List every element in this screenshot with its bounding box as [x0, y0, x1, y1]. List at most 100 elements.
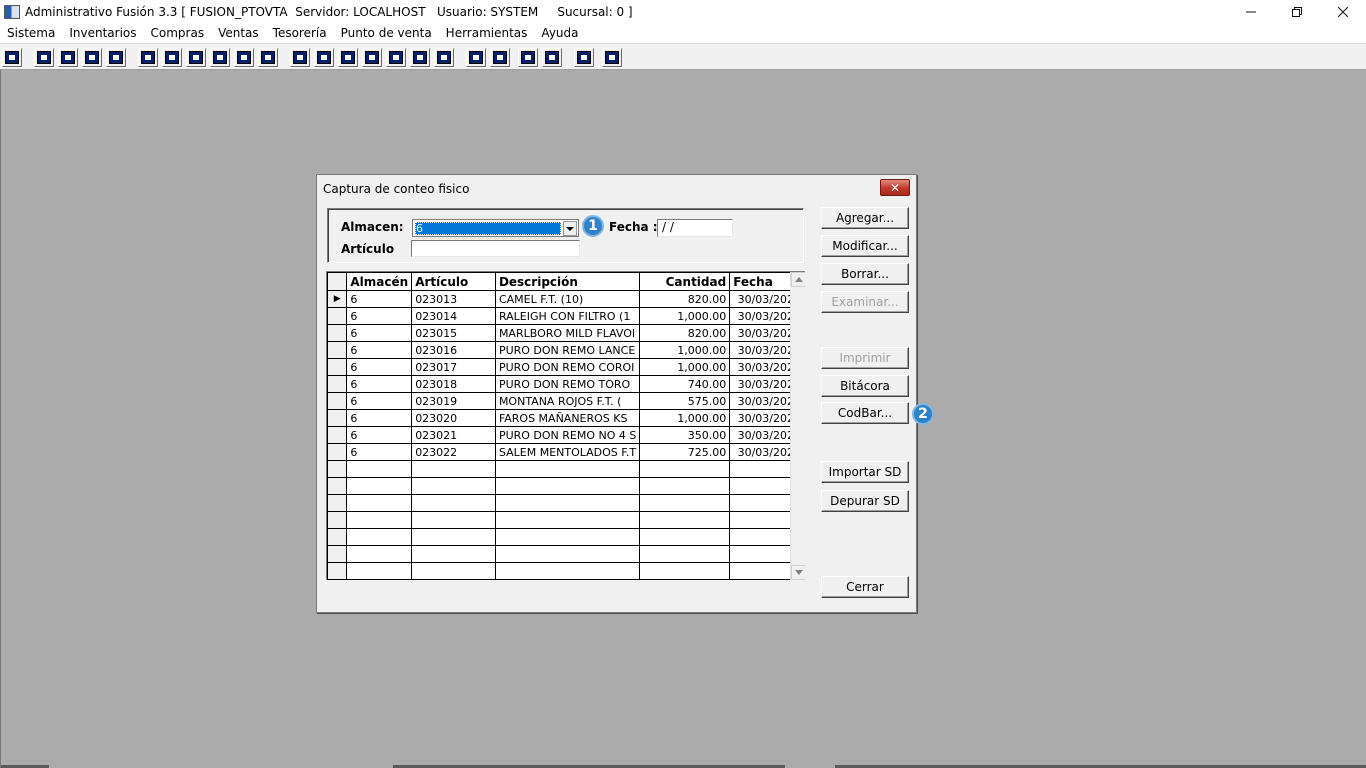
toolbar-button-21[interactable] [518, 48, 538, 67]
menu-sistema[interactable]: Sistema [0, 24, 62, 43]
row-indicator[interactable] [327, 358, 348, 376]
table-row-empty[interactable] [327, 545, 805, 563]
empty-cell[interactable] [411, 528, 496, 546]
cell-cantidad[interactable]: 820.00 [639, 290, 731, 308]
table-row[interactable]: 6 023017 PURO DON REMO COROI 1,000.00 30/03/… [327, 358, 805, 376]
table-row[interactable]: 6 023021 PURO DON REMO NO 4 S 350.00 30/03/2… [327, 426, 805, 444]
empty-cell[interactable] [411, 494, 496, 512]
table-row-empty[interactable] [327, 477, 805, 495]
restore-button[interactable] [1274, 0, 1320, 24]
empty-cell[interactable] [494, 494, 641, 512]
cell-cantidad[interactable]: 725.00 [639, 443, 731, 461]
toolbar-button-23[interactable] [574, 48, 594, 67]
cell-articulo[interactable]: 023020 [411, 409, 496, 427]
empty-cell[interactable] [494, 545, 641, 563]
cell-cantidad[interactable]: 740.00 [639, 375, 731, 393]
empty-cell[interactable] [411, 562, 496, 580]
empty-cell[interactable] [639, 494, 731, 512]
empty-cell[interactable] [411, 477, 496, 495]
cell-descripcion[interactable]: PURO DON REMO LANCE [494, 341, 641, 359]
cell-descripcion[interactable]: PURO DON REMO TORO [494, 375, 641, 393]
row-indicator[interactable] [327, 307, 348, 325]
empty-cell[interactable] [639, 562, 731, 580]
empty-cell[interactable] [346, 477, 413, 495]
column-header-articulo[interactable]: Artículo [411, 272, 496, 291]
row-indicator[interactable] [327, 426, 348, 444]
grid-vertical-scrollbar[interactable] [790, 272, 805, 580]
cell-almacen[interactable]: 6 [346, 409, 413, 427]
empty-cell[interactable] [346, 511, 413, 529]
menu-tesoreria[interactable]: Tesorería [266, 24, 334, 43]
column-header-descripcion[interactable]: Descripción [494, 272, 641, 291]
menu-compras[interactable]: Compras [144, 24, 212, 43]
cell-cantidad[interactable]: 1,000.00 [639, 341, 731, 359]
cell-almacen[interactable]: 6 [346, 307, 413, 325]
cell-descripcion[interactable]: PURO DON REMO NO 4 S [494, 426, 641, 444]
toolbar-button-7[interactable] [162, 48, 182, 67]
column-header-almacen[interactable]: Almacén [346, 272, 413, 291]
imprimir-button[interactable]: Imprimir [821, 347, 909, 369]
empty-cell[interactable] [346, 545, 413, 563]
table-row[interactable]: 6 023019 MONTANA ROJOS F.T. (575.00 30/03/2… [327, 392, 805, 410]
column-header-cantidad[interactable]: Cantidad [639, 272, 731, 291]
cell-almacen[interactable]: 6 [346, 290, 413, 308]
cell-descripcion[interactable]: MONTANA ROJOS F.T. ( [494, 392, 641, 410]
toolbar-button-10[interactable] [234, 48, 254, 67]
menu-ayuda[interactable]: Ayuda [534, 24, 585, 43]
toolbar-button-1[interactable] [2, 48, 22, 67]
codbar-button[interactable]: CodBar... [821, 402, 909, 424]
scroll-up-icon[interactable] [791, 272, 805, 287]
empty-cell[interactable] [494, 562, 641, 580]
toolbar-button-9[interactable] [210, 48, 230, 67]
toolbar-button-20[interactable] [490, 48, 510, 67]
empty-cell[interactable] [494, 511, 641, 529]
empty-cell[interactable] [494, 460, 641, 478]
table-row[interactable]: 6 023015 MARLBORO MILD FLAVOI 820.00 30/03/2… [327, 324, 805, 342]
articulo-input[interactable] [411, 240, 580, 257]
cell-descripcion[interactable]: RALEIGH CON FILTRO (1 [494, 307, 641, 325]
almacen-combobox[interactable]: 6 [412, 219, 579, 237]
cell-cantidad[interactable]: 1,000.00 [639, 409, 731, 427]
cell-almacen[interactable]: 6 [346, 358, 413, 376]
toolbar-button-4[interactable] [82, 48, 102, 67]
table-row[interactable]: 6 023016 PURO DON REMO LANCE 1,000.00 30/03/… [327, 341, 805, 359]
row-indicator[interactable] [327, 375, 348, 393]
cell-almacen[interactable]: 6 [346, 375, 413, 393]
cell-articulo[interactable]: 023022 [411, 443, 496, 461]
cell-cantidad[interactable]: 1,000.00 [639, 358, 731, 376]
table-row[interactable]: ▶ 6 023013 CAMEL F.T. (10) 820.00 30/03/2021 [327, 290, 805, 308]
table-row[interactable]: 6 023020 FAROS MAÑANEROS KS 1,000.00 30/03/… [327, 409, 805, 427]
cell-almacen[interactable]: 6 [346, 392, 413, 410]
row-indicator[interactable] [327, 545, 348, 563]
toolbar-button-11[interactable] [258, 48, 278, 67]
dialog-close-button[interactable]: ✕ [880, 179, 910, 196]
cell-descripcion[interactable]: FAROS MAÑANEROS KS [494, 409, 641, 427]
row-indicator[interactable] [327, 562, 348, 580]
cell-articulo[interactable]: 023015 [411, 324, 496, 342]
minimize-button[interactable] [1228, 0, 1274, 24]
row-indicator[interactable] [327, 409, 348, 427]
toolbar-button-3[interactable] [58, 48, 78, 67]
cell-articulo[interactable]: 023021 [411, 426, 496, 444]
toolbar-button-24[interactable] [602, 48, 622, 67]
toolbar-button-12[interactable] [290, 48, 310, 67]
cell-articulo[interactable]: 023013 [411, 290, 496, 308]
cell-descripcion[interactable]: CAMEL F.T. (10) [494, 290, 641, 308]
empty-cell[interactable] [411, 460, 496, 478]
table-row[interactable]: 6 023022 SALEM MENTOLADOS F.T 725.00 30/03/2… [327, 443, 805, 461]
cell-almacen[interactable]: 6 [346, 341, 413, 359]
empty-cell[interactable] [411, 511, 496, 529]
toolbar-button-14[interactable] [338, 48, 358, 67]
toolbar-button-6[interactable] [138, 48, 158, 67]
row-indicator[interactable] [327, 324, 348, 342]
table-row[interactable]: 6 023018 PURO DON REMO TORO 740.00 30/03/202… [327, 375, 805, 393]
toolbar-button-5[interactable] [106, 48, 126, 67]
toolbar-button-15[interactable] [362, 48, 382, 67]
table-row-empty[interactable] [327, 511, 805, 529]
toolbar-button-18[interactable] [434, 48, 454, 67]
table-row-empty[interactable] [327, 562, 805, 580]
row-indicator[interactable] [327, 494, 348, 512]
cell-descripcion[interactable]: PURO DON REMO COROI [494, 358, 641, 376]
cell-articulo[interactable]: 023019 [411, 392, 496, 410]
modificar-button[interactable]: Modificar... [821, 235, 909, 257]
